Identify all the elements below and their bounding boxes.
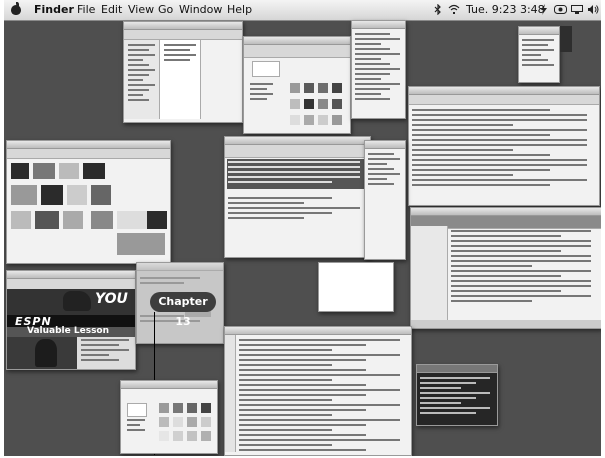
menu-bar: Finder File Edit View Go Window Help Tue… <box>4 0 601 21</box>
window-espn-browser[interactable]: YOU ESPN Valuable Lesson <box>6 270 136 370</box>
window-finder-browser[interactable] <box>123 21 243 123</box>
window-color-palette-2[interactable] <box>120 380 218 454</box>
menu-finder[interactable]: Finder <box>34 3 74 16</box>
window-terminal[interactable] <box>416 364 498 426</box>
menu-go[interactable]: Go <box>158 3 173 16</box>
menu-file[interactable]: File <box>77 3 95 16</box>
window-mail[interactable] <box>224 136 371 258</box>
volume-icon[interactable] <box>587 4 599 15</box>
window-text-document[interactable] <box>408 86 600 206</box>
window-small-list[interactable] <box>351 20 406 119</box>
window-data-list[interactable] <box>410 207 601 329</box>
expose-desktop: Finder File Edit View Go Window Help Tue… <box>4 0 601 456</box>
window-mail-sidebar[interactable] <box>364 140 406 260</box>
window-photo-thumbnails[interactable] <box>6 140 171 264</box>
window-top-right[interactable] <box>518 26 560 83</box>
battery-icon[interactable] <box>539 4 549 15</box>
dark-panel <box>560 26 572 52</box>
window-blank[interactable] <box>318 262 394 312</box>
window-code-editor[interactable] <box>224 326 412 456</box>
menu-clock[interactable]: Tue. 9:23 3:48 <box>466 3 545 16</box>
menu-view[interactable]: View <box>128 3 154 16</box>
menu-window[interactable]: Window <box>179 3 222 16</box>
window-color-palette[interactable] <box>243 36 351 134</box>
chapter-callout: Chapter 13 <box>150 292 216 328</box>
espn-ad-text: YOU <box>95 291 128 307</box>
espn-headline[interactable]: Valuable Lesson <box>27 326 109 336</box>
wifi-icon[interactable] <box>448 4 460 15</box>
monitor-icon[interactable] <box>571 4 583 15</box>
apple-menu-icon[interactable] <box>10 2 22 16</box>
menu-edit[interactable]: Edit <box>101 3 122 16</box>
bluetooth-icon[interactable] <box>433 4 443 15</box>
display-icon[interactable] <box>554 4 567 15</box>
menu-help[interactable]: Help <box>227 3 252 16</box>
